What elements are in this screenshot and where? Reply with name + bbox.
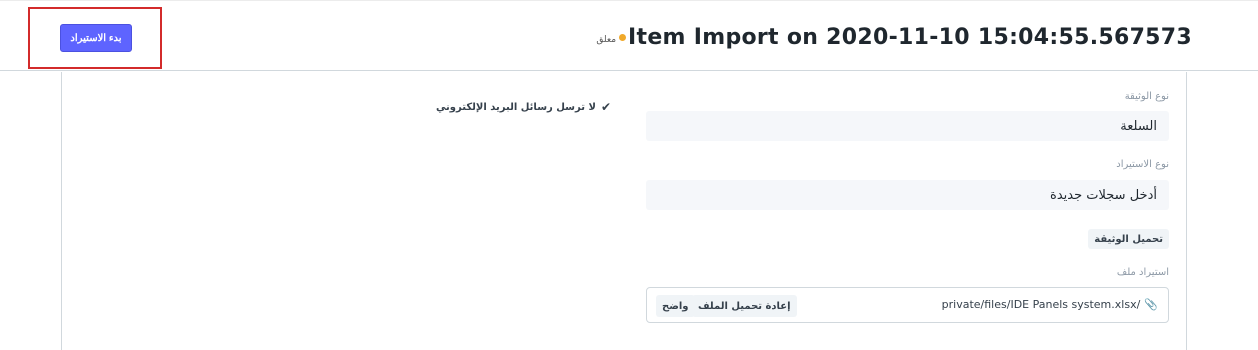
start-import-button[interactable]: بدء الاستيراد [60,24,132,52]
no-email-label: لا ترسل رسائل البريد الإلكتروني [435,101,596,113]
title-area: معلق Item Import on 2020-11-10 15:04:55.… [596,25,1192,50]
status-indicator-icon [619,34,627,41]
status-label: معلق [596,34,617,45]
no-email-option[interactable]: ✔ لا ترسل رسائل البريد الإلكتروني [436,100,611,114]
page-title: Item Import on 2020-11-10 15:04:55.56757… [628,25,1192,50]
import-type-field: نوع الاستيراد أدخل سجلات جديدة [646,159,1169,211]
paperclip-icon: 📎 [1144,298,1158,311]
import-type-label: نوع الاستيراد [1116,159,1169,170]
clear-file-button[interactable]: واضح [656,295,695,317]
file-link[interactable]: private/files/IDE Panels system.xlsx/ 📎 [942,298,1158,311]
document-type-value[interactable]: السلعة [646,111,1169,141]
check-icon: ✔ [600,100,611,114]
document-type-field: نوع الوثيقة السلعة [646,91,1169,143]
document-type-label: نوع الوثيقة [1124,91,1169,102]
download-template-button[interactable]: تحميل الوثيقة [1088,229,1169,249]
file-name-text: private/files/IDE Panels system.xlsx/ [941,298,1141,311]
import-file-label: استيراد ملف [1116,267,1169,278]
reload-file-button[interactable]: إعادة تحميل الملف [692,295,797,317]
import-type-value[interactable]: أدخل سجلات جديدة [646,180,1169,210]
import-file-row: واضح إعادة تحميل الملف private/files/IDE… [646,287,1169,323]
page-header: بدء الاستيراد معلق Item Import on 2020-1… [0,1,1258,71]
